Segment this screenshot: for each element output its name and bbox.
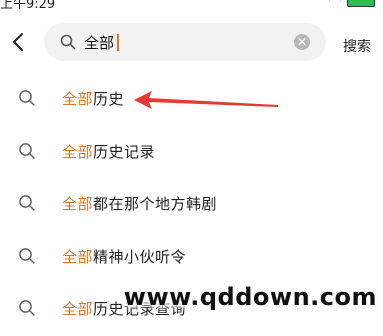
suggestion-item[interactable]: 全部历史记录 [0,126,383,179]
battery-icon [347,0,375,7]
suggestion-item[interactable]: 全部都在那个地方韩剧 [0,178,383,231]
search-box[interactable]: ✕ [44,23,326,61]
suggestion-text: 全部历史 [62,88,124,109]
watermark: www.qddown.com [123,283,377,311]
suggestion-text: 全部都在那个地方韩剧 [62,193,217,214]
search-icon [19,90,35,106]
status-time: 上午9:29 [0,0,56,10]
search-input[interactable] [84,28,284,56]
suggestion-rest: 历史 [93,90,125,108]
suggestion-highlight: 全部 [62,195,94,213]
suggestion-rest: 精神小伙听令 [93,247,187,266]
search-icon [19,247,35,264]
suggestion-rest: 历史记录 [93,142,156,161]
back-icon [13,33,23,51]
text-caret [117,34,119,51]
suggestion-rest: 都在那个地方韩剧 [93,195,218,213]
search-icon [19,142,35,159]
clear-button[interactable]: ✕ [294,34,310,50]
search-icon [19,300,35,316]
signal-icon [305,0,323,6]
wifi-icon [329,0,341,5]
suggestion-highlight: 全部 [62,300,94,318]
search-button[interactable]: 搜索 [343,36,371,56]
search-icon [60,34,76,50]
suggestion-text: 全部历史记录 [62,141,155,162]
search-icon [19,195,35,211]
back-button[interactable] [8,30,30,54]
status-icons [305,0,375,7]
suggestion-highlight: 全部 [62,247,94,266]
suggestion-highlight: 全部 [62,90,94,108]
status-bar: 上午9:29 [0,0,383,10]
annotation-arrow [134,91,278,109]
suggestion-item[interactable]: 全部精神小伙听令 [0,231,383,284]
search-header: ✕ 搜索 [0,20,383,66]
clear-icon: ✕ [296,35,308,49]
suggestion-text: 全部精神小伙听令 [62,246,186,267]
suggestion-highlight: 全部 [62,142,94,161]
